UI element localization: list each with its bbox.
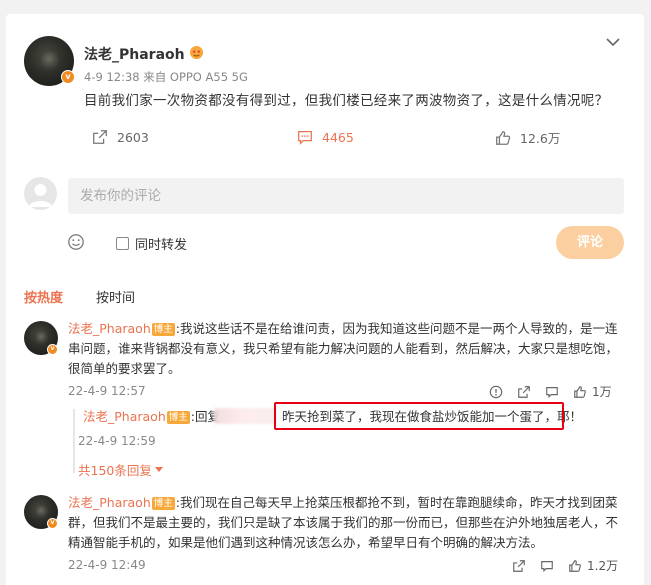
comment-time: 22-4-9 12:49 bbox=[68, 558, 146, 572]
highlight-annotation-box bbox=[274, 402, 564, 430]
comment-body: 法老_Pharaoh 博主:我说这些话不是在给谁问责，因为我知道这些问题不是一两个… bbox=[68, 319, 624, 379]
weibo-post-card: v 法老_Pharaoh 4-9 12:38 来自 OPPO A55 5G 目前… bbox=[6, 14, 644, 585]
comment-icon bbox=[298, 130, 312, 145]
tab-by-hot[interactable]: 按热度 bbox=[24, 287, 63, 306]
view-more-replies-link[interactable]: 共150条回复 bbox=[78, 460, 163, 479]
comment-author[interactable]: 法老_Pharaoh bbox=[68, 495, 151, 510]
comment-body: 法老_Pharaoh 博主:我们现在自己每天早上抢菜压根都抢不到，暂时在靠跑腿续命… bbox=[68, 493, 624, 553]
report-icon[interactable] bbox=[489, 385, 503, 399]
reply-icon[interactable] bbox=[540, 559, 554, 573]
comment-like-button[interactable]: 1万 bbox=[573, 383, 612, 400]
tab-by-time[interactable]: 按时间 bbox=[96, 287, 135, 306]
repost-count: 2603 bbox=[117, 129, 149, 145]
comment-like-count: 1万 bbox=[592, 385, 612, 399]
like-count: 12.6万 bbox=[520, 131, 561, 146]
comment-actions: 1万 bbox=[489, 383, 612, 400]
comment-count: 4465 bbox=[322, 129, 354, 145]
comment-like-button[interactable]: 1.2万 bbox=[568, 557, 618, 574]
post-text: 目前我们家一次物资都没有得到过，但我们楼已经来了两波物资了，这是什么情况呢？ bbox=[84, 93, 609, 109]
thumbs-up-icon bbox=[569, 559, 581, 572]
emoji-picker-icon[interactable] bbox=[67, 233, 85, 255]
repost-button[interactable]: 2603 bbox=[91, 128, 149, 146]
verified-badge-icon: v bbox=[47, 518, 58, 529]
blogger-tag: 博主 bbox=[166, 411, 190, 424]
comment-button[interactable]: 4465 bbox=[296, 128, 354, 146]
my-avatar bbox=[24, 177, 57, 210]
submit-comment-button[interactable]: 评论 bbox=[556, 226, 624, 259]
comment-actions: 1.2万 bbox=[512, 557, 618, 574]
post-meta: 4-9 12:38 来自 OPPO A55 5G bbox=[84, 70, 248, 84]
post-author-name[interactable]: 法老_Pharaoh bbox=[84, 44, 185, 64]
blogger-tag: 博主 bbox=[151, 323, 175, 336]
verified-badge-icon: v bbox=[61, 70, 75, 84]
repost-checkbox[interactable] bbox=[116, 237, 129, 250]
more-replies-label: 共150条回复 bbox=[78, 463, 152, 478]
reply-time: 22-4-9 12:59 bbox=[78, 434, 156, 448]
share-icon bbox=[93, 130, 107, 144]
thumbs-up-icon bbox=[574, 385, 586, 398]
like-button[interactable]: 12.6万 bbox=[494, 128, 560, 147]
reply-author[interactable]: 法老_Pharaoh bbox=[83, 409, 166, 424]
reply-thread-line bbox=[73, 409, 75, 473]
redacted-username-mosaic bbox=[214, 408, 276, 424]
reply-icon[interactable] bbox=[545, 385, 559, 399]
caret-down-icon bbox=[154, 466, 163, 472]
emoji-badge-icon bbox=[189, 45, 204, 64]
collapse-chevron-icon[interactable] bbox=[606, 32, 620, 51]
share-icon[interactable] bbox=[517, 385, 531, 399]
thumbs-up-icon bbox=[496, 130, 511, 145]
comment-time: 22-4-9 12:57 bbox=[68, 384, 146, 398]
comment-input[interactable]: 发布你的评论 bbox=[68, 178, 624, 214]
repost-checkbox-label: 同时转发 bbox=[135, 238, 188, 253]
verified-badge-icon: v bbox=[47, 344, 58, 355]
comment-author[interactable]: 法老_Pharaoh bbox=[68, 321, 151, 336]
blogger-tag: 博主 bbox=[151, 497, 175, 510]
comment-like-count: 1.2万 bbox=[587, 559, 619, 573]
share-icon[interactable] bbox=[512, 559, 526, 573]
